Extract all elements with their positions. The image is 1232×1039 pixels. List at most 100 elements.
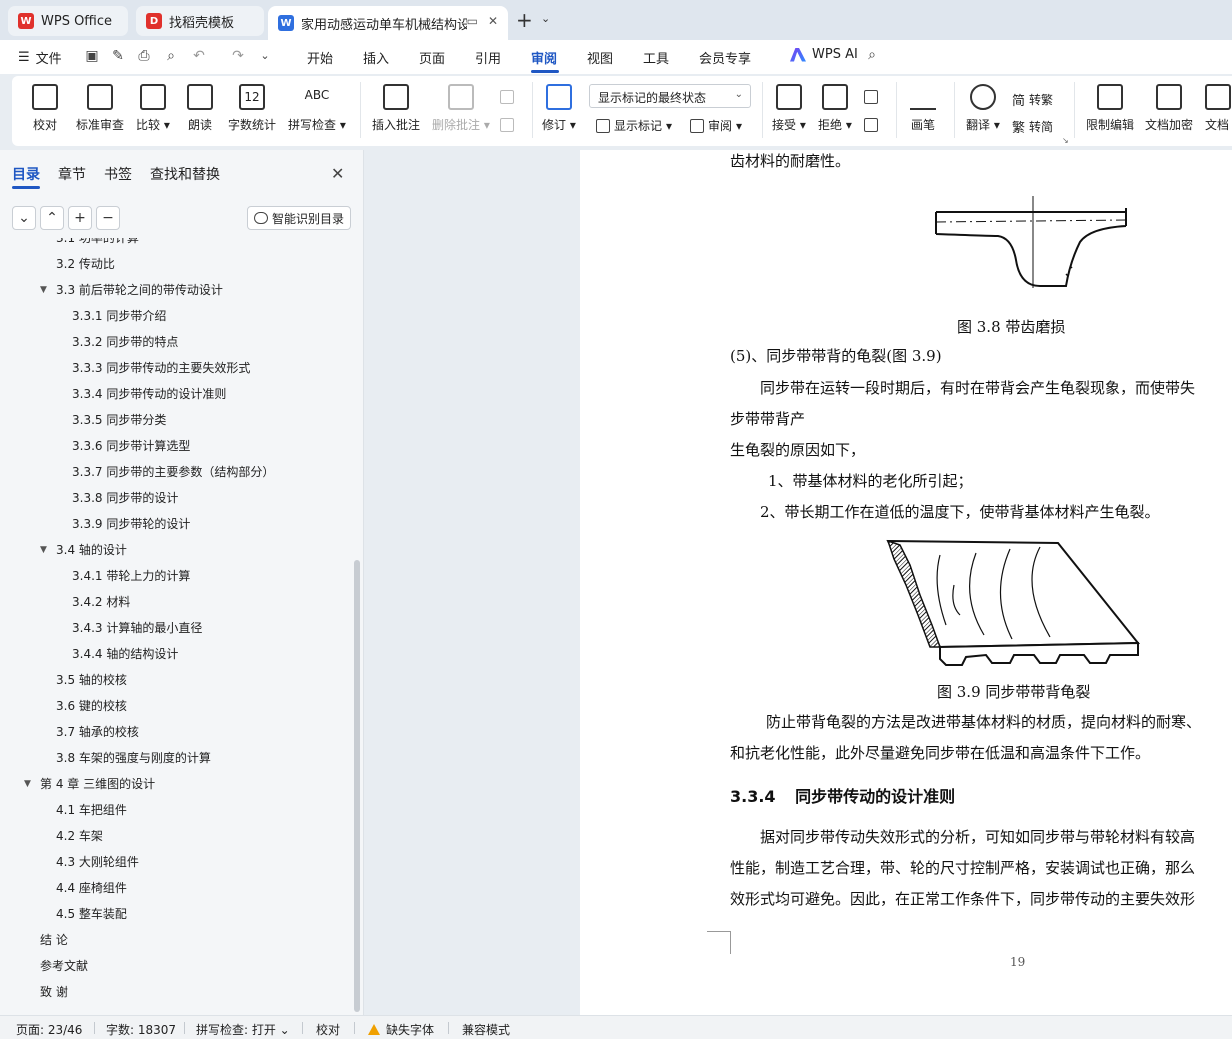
tab-toc[interactable]: 目录 bbox=[12, 164, 40, 184]
expand-toggle-icon[interactable]: ▼ bbox=[40, 537, 47, 563]
file-menu[interactable]: ☰ 文件 bbox=[18, 48, 62, 67]
next-change-icon[interactable] bbox=[864, 118, 878, 132]
missing-font-status[interactable]: 缺失字体 bbox=[368, 1021, 434, 1038]
toc-item[interactable]: 第 4 章 三维图的设计 bbox=[40, 771, 155, 797]
menu-view[interactable]: 视图 bbox=[587, 48, 613, 67]
display-mode-select[interactable]: 显示标记的最终状态 ⌄ bbox=[589, 84, 751, 108]
delete-comment-button[interactable]: 删除批注 ▾ bbox=[432, 84, 490, 133]
chevron-down-icon[interactable]: ⌄ bbox=[257, 48, 273, 64]
spell-check-status[interactable]: 拼写检查: 打开 ⌄ bbox=[196, 1021, 290, 1038]
toc-item[interactable]: 3.3.5 同步带分类 bbox=[72, 407, 166, 433]
wps-ai-button[interactable]: WPS AI bbox=[790, 47, 858, 62]
toc-item[interactable]: 3.4.1 带轮上力的计算 bbox=[72, 563, 190, 589]
tab-wps-office[interactable]: W WPS Office bbox=[8, 6, 128, 36]
menu-review[interactable]: 审阅 bbox=[531, 48, 557, 67]
toc-item[interactable]: 3.3.8 同步带的设计 bbox=[72, 485, 178, 511]
word-count-indicator[interactable]: 字数: 18307 bbox=[106, 1021, 176, 1038]
accept-button[interactable]: 接受 ▾ bbox=[772, 84, 806, 133]
toc-item[interactable]: 3.2 传动比 bbox=[56, 251, 115, 277]
smart-toc-button[interactable]: 智能识别目录 bbox=[247, 206, 351, 230]
toc-item[interactable]: 3.5 轴的校核 bbox=[56, 667, 127, 693]
previous-comment-icon[interactable] bbox=[500, 90, 514, 104]
toc-item[interactable]: 4.2 车架 bbox=[56, 823, 103, 849]
print-icon[interactable]: ⎙ bbox=[136, 48, 152, 64]
encrypt-document-button[interactable]: 文档加密 bbox=[1145, 84, 1193, 133]
toc-item[interactable]: 3.4.4 轴的结构设计 bbox=[72, 641, 178, 667]
new-tab-plus-icon[interactable]: + bbox=[516, 10, 533, 30]
revise-button[interactable]: 修订 ▾ bbox=[542, 84, 576, 133]
toc-item[interactable]: 3.6 键的校核 bbox=[56, 693, 127, 719]
toc-item[interactable]: 4.4 座椅组件 bbox=[56, 875, 127, 901]
collapse-all-button[interactable]: ⌄ bbox=[12, 206, 36, 230]
expand-toggle-icon[interactable]: ▼ bbox=[40, 277, 47, 303]
remove-heading-button[interactable]: − bbox=[96, 206, 120, 230]
show-markup-button[interactable]: 显示标记 ▾ bbox=[596, 117, 672, 134]
restrict-edit-button[interactable]: 限制编辑 bbox=[1086, 84, 1134, 133]
tab-sections[interactable]: 章节 bbox=[58, 164, 86, 184]
standard-review-button[interactable]: 标准审查 bbox=[76, 84, 124, 133]
toc-item[interactable]: 3.3.4 同步带传动的设计准则 bbox=[72, 381, 226, 407]
toc-item[interactable]: 4.5 整车装配 bbox=[56, 901, 127, 927]
proofread-button[interactable]: 校对 bbox=[32, 84, 58, 133]
toc-item[interactable]: 3.8 车架的强度与刚度的计算 bbox=[56, 745, 211, 771]
menu-insert[interactable]: 插入 bbox=[363, 48, 389, 67]
review-pane-button[interactable]: 审阅 ▾ bbox=[690, 117, 742, 134]
menu-home[interactable]: 开始 bbox=[307, 48, 333, 67]
toc-item[interactable]: 3.4 轴的设计 bbox=[56, 537, 127, 563]
page-indicator[interactable]: 页面: 23/46 bbox=[16, 1021, 82, 1038]
read-aloud-button[interactable]: 朗读 bbox=[187, 84, 213, 133]
tab-docer-templates[interactable]: D 找稻壳模板 bbox=[136, 6, 264, 36]
format-painter-icon[interactable]: ✎ bbox=[110, 48, 126, 64]
toc-item[interactable]: 3.3.3 同步带传动的主要失效形式 bbox=[72, 355, 250, 381]
menu-member[interactable]: 会员专享 bbox=[699, 48, 751, 67]
toc-item[interactable]: 3.1 功率的计算 bbox=[56, 238, 139, 251]
undo-icon[interactable]: ↶ bbox=[191, 48, 207, 64]
spell-check-button[interactable]: ABC 拼写检查 ▾ bbox=[288, 84, 346, 133]
toc-item[interactable]: 3.3.9 同步带轮的设计 bbox=[72, 511, 190, 537]
compare-button[interactable]: 比较 ▾ bbox=[136, 84, 170, 133]
toc-item[interactable]: 3.3.7 同步带的主要参数（结构部分） bbox=[72, 459, 274, 485]
to-simplified-button[interactable]: 繁 转简 bbox=[1012, 117, 1053, 136]
toc-item[interactable]: 参考文献 bbox=[40, 953, 88, 979]
toc-item[interactable]: 3.4.3 计算轴的最小直径 bbox=[72, 615, 202, 641]
document-page[interactable]: 齿材料的耐磨性。 图 3.8 带齿磨损 (5)、同步带带背的龟裂(图 3.9) … bbox=[580, 150, 1232, 1015]
chevron-down-icon[interactable]: ⌄ bbox=[541, 12, 550, 25]
save-icon[interactable]: ▣ bbox=[84, 48, 100, 64]
tab-find-replace[interactable]: 查找和替换 bbox=[150, 164, 220, 184]
close-icon[interactable]: ✕ bbox=[488, 14, 498, 28]
toc-item[interactable]: 致 谢 bbox=[40, 979, 68, 1005]
reject-button[interactable]: 拒绝 ▾ bbox=[818, 84, 852, 133]
toc-item[interactable]: 3.3.1 同步带介绍 bbox=[72, 303, 166, 329]
toc-item[interactable]: 4.3 大刚轮组件 bbox=[56, 849, 139, 875]
expand-group-icon[interactable]: ↘ bbox=[1062, 136, 1069, 145]
toc-item[interactable]: 3.3 前后带轮之间的带传动设计 bbox=[56, 277, 223, 303]
search-icon[interactable]: ⌕ bbox=[864, 47, 880, 63]
monitor-icon[interactable]: ▭ bbox=[467, 14, 478, 28]
pen-button[interactable]: 画笔 bbox=[910, 84, 936, 133]
redo-icon[interactable]: ↷ bbox=[230, 48, 246, 64]
tab-bookmarks[interactable]: 书签 bbox=[104, 164, 132, 184]
insert-comment-button[interactable]: 插入批注 bbox=[372, 84, 420, 133]
toc-item[interactable]: 3.4.2 材料 bbox=[72, 589, 130, 615]
add-heading-button[interactable]: + bbox=[68, 206, 92, 230]
menu-tools[interactable]: 工具 bbox=[643, 48, 669, 67]
print-preview-icon[interactable]: ⌕ bbox=[163, 48, 179, 64]
proof-status[interactable]: 校对 bbox=[316, 1021, 340, 1038]
previous-change-icon[interactable] bbox=[864, 90, 878, 104]
menu-page[interactable]: 页面 bbox=[419, 48, 445, 67]
toc-item[interactable]: 结 论 bbox=[40, 927, 68, 953]
close-icon[interactable]: ✕ bbox=[331, 164, 344, 183]
move-up-button[interactable]: ⌃ bbox=[40, 206, 64, 230]
next-comment-icon[interactable] bbox=[500, 118, 514, 132]
tab-document[interactable]: W 家用动感运动单车机械结构设计 ▭ ✕ bbox=[268, 6, 508, 40]
menu-references[interactable]: 引用 bbox=[475, 48, 501, 67]
document-more-button[interactable]: 文档 bbox=[1205, 84, 1231, 133]
translate-button[interactable]: 翻译 ▾ bbox=[966, 84, 1000, 133]
toc-scrollbar[interactable] bbox=[354, 560, 360, 1012]
to-traditional-button[interactable]: 简 转繁 bbox=[1012, 90, 1053, 109]
word-count-button[interactable]: 12 字数统计 bbox=[228, 84, 276, 133]
expand-toggle-icon[interactable]: ▼ bbox=[24, 771, 31, 797]
toc-item[interactable]: 3.3.6 同步带计算选型 bbox=[72, 433, 190, 459]
toc-item[interactable]: 4.1 车把组件 bbox=[56, 797, 127, 823]
toc-item[interactable]: 3.7 轴承的校核 bbox=[56, 719, 139, 745]
